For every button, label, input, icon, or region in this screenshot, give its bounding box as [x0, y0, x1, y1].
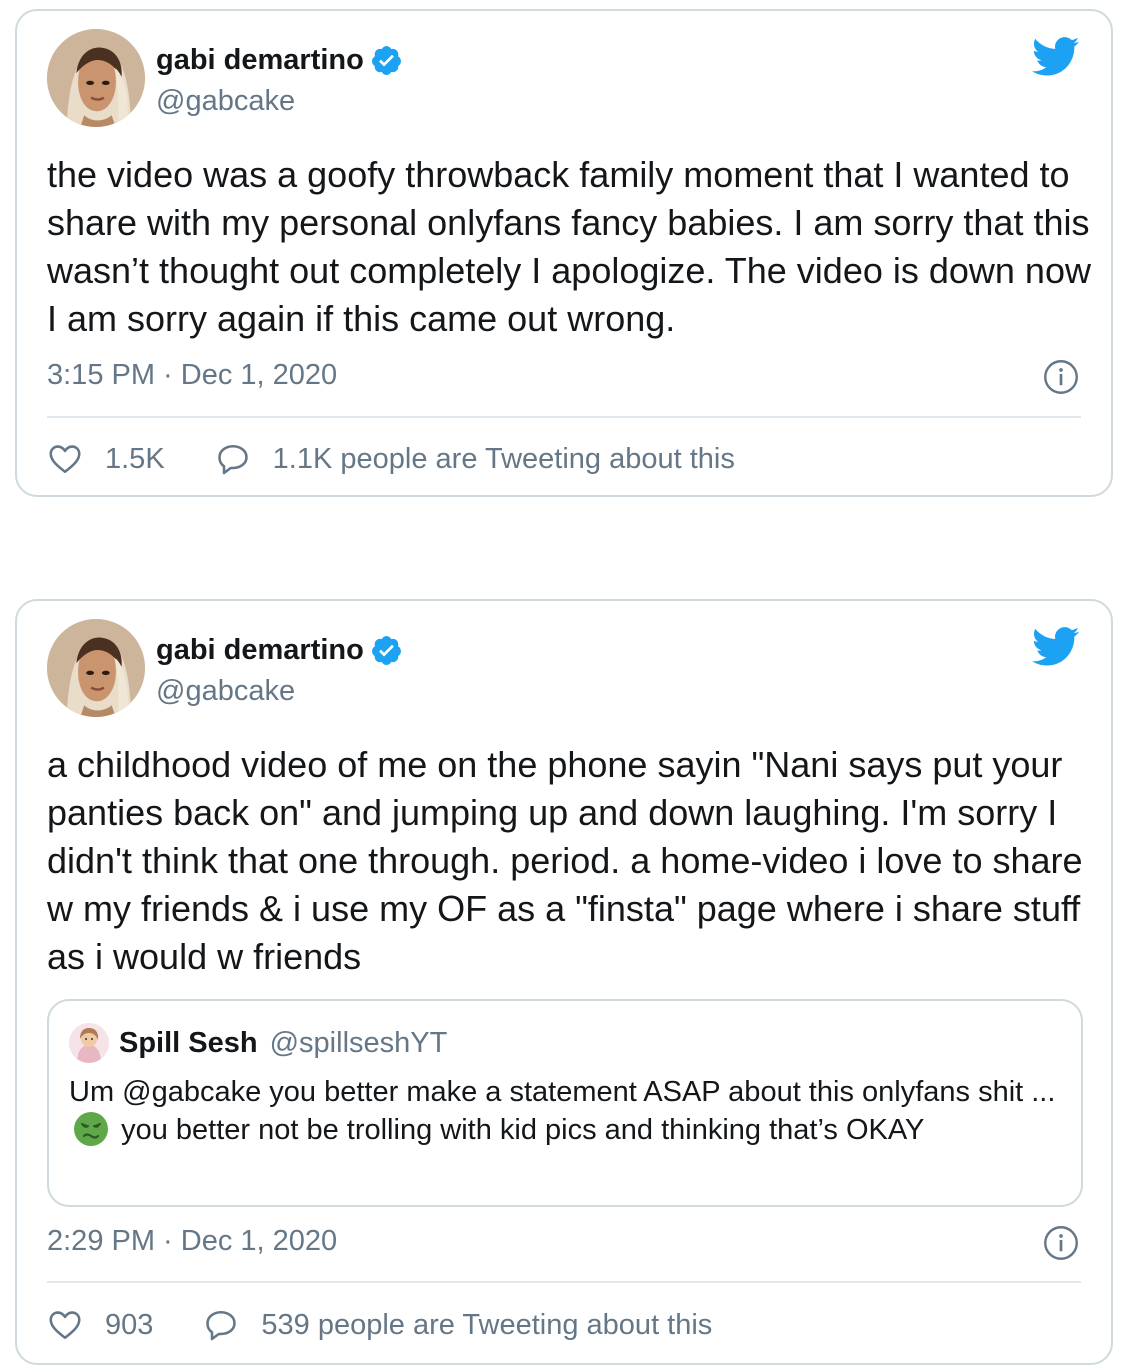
tweet-actions: 1.5K 1.1K people are Tweeting about this [47, 441, 735, 477]
tweet-timestamp[interactable]: 2:29 PM · Dec 1, 2020 [47, 1225, 337, 1258]
quoted-tweet[interactable]: Spill Sesh @spillseshYT Um @gabcake you … [47, 999, 1083, 1207]
twitter-bird-icon[interactable] [1031, 627, 1081, 667]
quoted-text-part: you better not be trolling with kid pics… [121, 1114, 925, 1146]
author-display-name[interactable]: gabi demartino [156, 634, 364, 667]
heart-icon [49, 445, 81, 474]
tweet-text: a childhood video of me on the phone say… [47, 744, 1083, 977]
reply-bubble-icon [217, 444, 248, 475]
tweet-actions: 903 539 people are Tweeting about this [47, 1307, 712, 1343]
like-count: 1.5K [105, 442, 165, 475]
quoted-author-row[interactable]: Spill Sesh @spillseshYT [119, 1027, 447, 1060]
reply-bubble-icon [206, 1310, 237, 1341]
conversation-link[interactable]: 539 people are Tweeting about this [203, 1307, 712, 1343]
verified-badge-icon [371, 46, 401, 75]
author-display-name[interactable]: gabi demartino [156, 44, 364, 77]
divider [47, 416, 1081, 418]
tweet-card[interactable]: gabi demartino @gabcake a childhood vide… [15, 599, 1113, 1365]
author-handle[interactable]: @gabcake [156, 675, 295, 708]
twitter-bird-icon[interactable] [1031, 37, 1081, 77]
tweet-timestamp[interactable]: 3:15 PM · Dec 1, 2020 [47, 359, 337, 392]
conversation-text: 539 people are Tweeting about this [261, 1308, 713, 1341]
heart-icon [49, 1311, 81, 1340]
like-button[interactable]: 903 [47, 1307, 153, 1343]
tweet-card[interactable]: gabi demartino @gabcake the video was a … [15, 9, 1113, 497]
divider [47, 1281, 1081, 1283]
like-button[interactable]: 1.5K [47, 441, 165, 477]
nauseated-face-emoji-icon [74, 1112, 108, 1146]
conversation-link[interactable]: 1.1K people are Tweeting about this [215, 441, 735, 477]
quoted-avatar[interactable] [69, 1023, 109, 1063]
tweet-text: the video was a goofy throwback family m… [47, 154, 1091, 339]
quoted-display-name[interactable]: Spill Sesh [119, 1027, 258, 1060]
author-handle[interactable]: @gabcake [156, 85, 295, 118]
info-icon[interactable] [1043, 1225, 1079, 1261]
info-icon[interactable] [1043, 359, 1079, 395]
quoted-text: Um @gabcake you better make a statement … [69, 1073, 1059, 1149]
like-count: 903 [105, 1308, 154, 1341]
avatar[interactable] [47, 619, 145, 717]
author-name-row[interactable]: gabi demartino [156, 634, 403, 667]
verified-badge-icon [371, 636, 401, 665]
quoted-handle[interactable]: @spillseshYT [270, 1027, 448, 1060]
avatar[interactable] [47, 29, 145, 127]
quoted-text-part: Um @gabcake you better make a statement … [69, 1076, 1056, 1108]
author-name-row[interactable]: gabi demartino [156, 44, 403, 77]
conversation-text: 1.1K people are Tweeting about this [272, 442, 735, 475]
